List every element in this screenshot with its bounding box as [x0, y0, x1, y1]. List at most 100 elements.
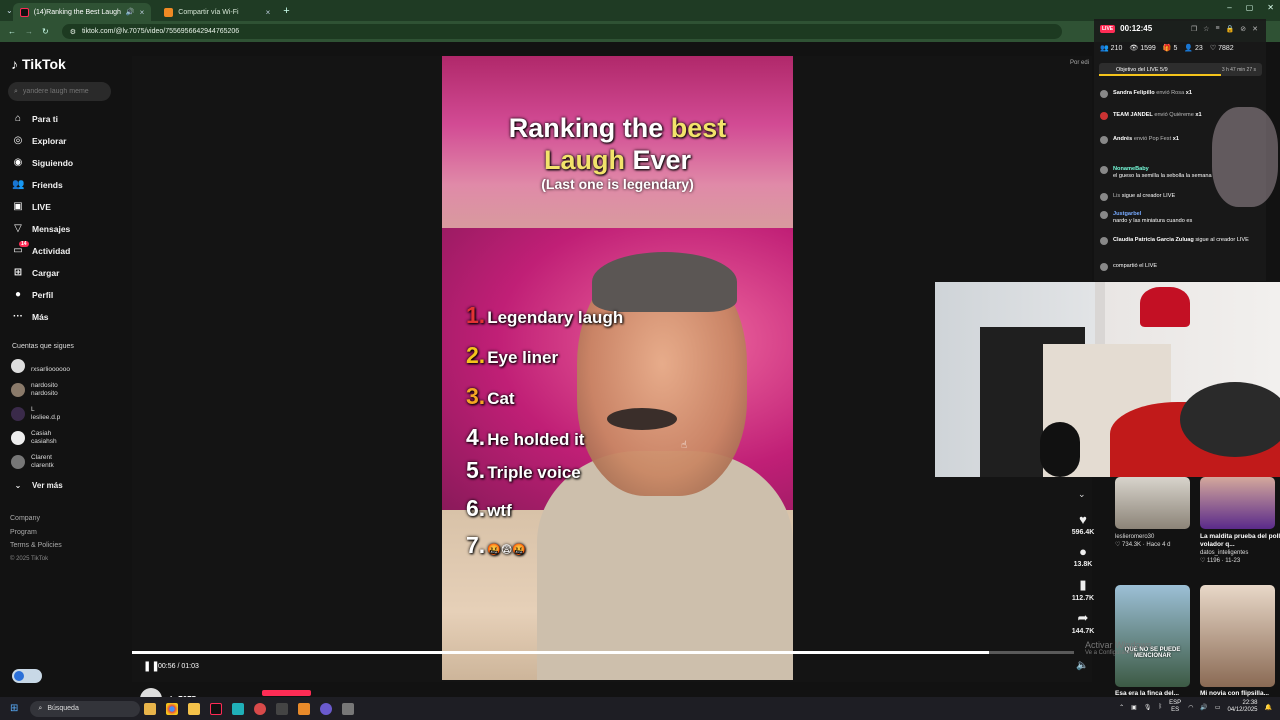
app-icon[interactable] — [298, 702, 311, 715]
msg-extra: x1 — [1195, 112, 1202, 118]
nav-cargar[interactable]: ⊞ Cargar — [12, 267, 60, 278]
reload-icon[interactable]: ↻ — [42, 27, 49, 36]
inbox-icon: ▭ 14 — [13, 241, 29, 256]
rec-meta: ♡ 734.3K · Hace 4 d — [1115, 542, 1171, 548]
tab-tiktok[interactable]: (14)Ranking the Best Laugh 🔊 × — [12, 3, 152, 21]
copy-icon[interactable]: ❐ — [1191, 25, 1197, 33]
new-tab-button[interactable]: + — [277, 5, 295, 17]
forward-icon[interactable]: → — [25, 27, 33, 36]
heart-icon: ♥ — [1079, 512, 1087, 527]
widget-icon[interactable] — [144, 702, 157, 715]
followers-stat: 👤 23 — [1184, 45, 1203, 52]
star-icon[interactable]: ☆ — [1203, 25, 1209, 33]
save-button[interactable]: ▮ 112.7K — [1069, 577, 1097, 602]
tab-list-icon[interactable]: ⌄ — [6, 6, 13, 15]
lock-icon[interactable]: 🔒 — [1226, 25, 1235, 33]
msg-user: Justgarbel — [1113, 211, 1142, 217]
pin-icon[interactable]: ⊘ — [1240, 25, 1246, 33]
tray-chevron-icon[interactable]: ⌃ — [1119, 704, 1124, 711]
nav-label: Friends — [32, 179, 63, 190]
close-tab-icon[interactable]: × — [266, 8, 271, 17]
msg-extra: x1 — [1172, 136, 1179, 142]
avatar — [1100, 211, 1108, 219]
share-button[interactable]: ➦ 144.7K — [1069, 610, 1097, 635]
msg-text: compartió el LIVE — [1113, 263, 1158, 269]
notification-icon[interactable]: 🔔 — [1265, 704, 1272, 711]
recommended-thumb[interactable]: QUE NO SE PUEDE MENCIONAR — [1115, 585, 1190, 687]
follow-button[interactable] — [262, 690, 311, 696]
search-input[interactable] — [22, 88, 103, 95]
microphone-icon[interactable]: 🎙 — [1144, 704, 1152, 711]
upload-icon: ⊞ — [13, 267, 23, 278]
nav-friends[interactable]: 👥 Friends — [12, 179, 63, 190]
recommended-thumb[interactable] — [1200, 477, 1275, 529]
close-icon[interactable]: ✕ — [1252, 25, 1258, 33]
profile-avatar-icon: ● — [14, 289, 22, 300]
avatar — [1100, 90, 1108, 98]
tiktok-app-icon[interactable] — [210, 702, 223, 715]
account-item[interactable]: rxsarlioooooo — [11, 358, 70, 374]
tab-wifi[interactable]: Compartir vía Wi-Fi × — [157, 3, 277, 21]
url-field[interactable]: ⚙ tiktok.com/@lv.7075/video/755695664294… — [61, 24, 1062, 39]
nav-explorar[interactable]: ◎ Explorar — [12, 135, 67, 146]
site-info-icon[interactable]: ⚙ — [70, 28, 76, 36]
nav-actividad[interactable]: ▭ 14 Actividad — [12, 241, 70, 256]
battery-icon[interactable]: ▭ — [1215, 704, 1221, 711]
taskbar-search[interactable]: ⌕ Búsqueda — [30, 700, 141, 717]
recommended-thumb[interactable] — [1115, 477, 1190, 529]
nav-live[interactable]: ▣ LIVE — [12, 201, 51, 212]
windows-start-icon[interactable]: ⊞ — [10, 703, 18, 714]
nav-mas[interactable]: ··· Más — [12, 311, 49, 322]
footer-company-link[interactable]: Company — [10, 512, 62, 526]
like-button[interactable]: ♥ 596.4K — [1069, 512, 1097, 536]
language-indicator[interactable]: ESP ES — [1169, 700, 1181, 714]
recommended-thumb[interactable] — [1200, 585, 1275, 687]
file-explorer-icon[interactable] — [188, 702, 201, 715]
next-video-chevron-icon[interactable]: ⌄ — [1078, 489, 1086, 500]
app-toggle[interactable] — [12, 669, 42, 683]
back-icon[interactable]: ← — [8, 27, 16, 36]
msg-text: sigue al creador LIVE — [1120, 193, 1176, 199]
footer-terms-link[interactable]: Terms & Policies — [10, 539, 62, 553]
search-box[interactable]: ⌕ — [8, 82, 111, 101]
app-icon[interactable] — [320, 702, 333, 715]
menu-icon[interactable]: ≡ — [1215, 25, 1219, 33]
nav-para-ti[interactable]: ⌂ Para ti — [12, 113, 58, 124]
account-item[interactable]: nardosito nardosito — [11, 382, 58, 398]
video-player[interactable]: Ranking the best Laugh Ever (Last one is… — [442, 56, 793, 680]
tray-app-icon[interactable]: ▣ — [1131, 704, 1137, 711]
account-item[interactable]: Llesliee.d.p — [11, 406, 60, 422]
close-tab-icon[interactable]: × — [140, 8, 145, 17]
account-handle: rxsarlioooooo — [31, 366, 71, 373]
comment-button[interactable]: ● 13.8K — [1069, 544, 1097, 568]
minimize-icon[interactable]: – — [1227, 3, 1231, 12]
tiktok-logo[interactable]: ♪ TikTok — [11, 56, 66, 72]
taskbar-clock[interactable]: 22:38 04/12/2025 — [1227, 700, 1257, 714]
nav-mensajes[interactable]: ▽ Mensajes — [12, 223, 70, 234]
bluetooth-icon[interactable]: ᛒ — [1158, 704, 1162, 710]
chrome-icon[interactable] — [166, 702, 179, 715]
nav-perfil[interactable]: ● Perfil — [12, 289, 53, 300]
app-icon[interactable] — [276, 702, 289, 715]
account-item[interactable]: Clarent clarentk — [11, 454, 54, 470]
maximize-icon[interactable]: ▢ — [1246, 3, 1254, 12]
live-tv-icon: ▣ — [13, 201, 23, 212]
browser-tab-bar: ⌄ (14)Ranking the Best Laugh 🔊 × Compart… — [0, 0, 1280, 21]
wifi-favicon-icon — [164, 7, 174, 17]
nav-siguiendo[interactable]: ◉ Siguiendo — [12, 157, 73, 168]
account-item[interactable]: Casiah casiahsh — [11, 430, 57, 446]
footer-program-link[interactable]: Program — [10, 526, 62, 540]
rec-title: Mi novia con flipsilla... — [1200, 690, 1269, 697]
volume-icon[interactable]: 🔈 — [1076, 660, 1088, 671]
gifts-stat: 🎁 5 — [1162, 45, 1178, 52]
close-window-icon[interactable]: ✕ — [1267, 3, 1274, 12]
video-progress-bar[interactable] — [132, 651, 1074, 654]
speaker-icon[interactable]: 🔊 — [1200, 704, 1207, 711]
live-studio-overlay: LIVE 00:12:45 ❐ ☆ ≡ 🔒 ⊘ ✕ 👥 210 👁 1599 🎁… — [1094, 19, 1278, 281]
app-icon[interactable] — [254, 702, 267, 715]
see-more-link[interactable]: ⌄ Ver más — [12, 481, 63, 490]
audio-icon[interactable]: 🔊 — [126, 8, 135, 16]
app-icon[interactable] — [232, 702, 245, 715]
app-icon[interactable] — [342, 702, 355, 715]
wifi-icon[interactable]: ◠ — [1188, 704, 1193, 711]
